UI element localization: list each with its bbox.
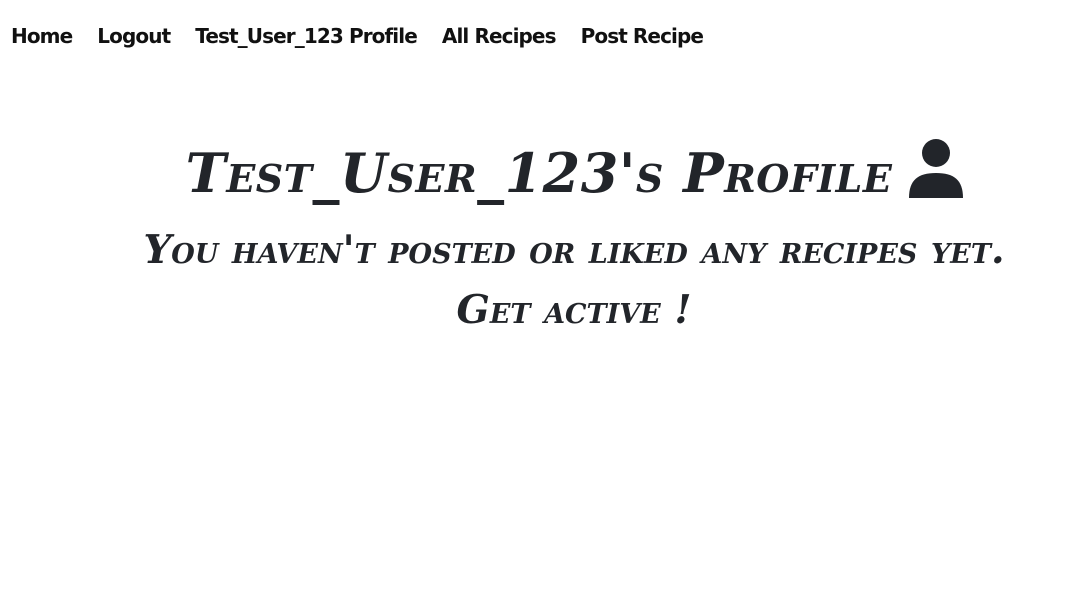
nav-logout-link[interactable]: Logout [97,22,171,50]
empty-state-line-1: You haven't posted or liked any recipes … [143,227,1005,273]
top-nav: Home Logout Test_User_123 Profile All Re… [11,22,704,50]
user-icon [908,138,964,198]
empty-state-line-2: Get active ! [456,287,692,333]
profile-title-text: Test_User_123's Profile [185,141,893,205]
nav-post-recipe-link[interactable]: Post Recipe [581,22,704,50]
empty-state-message: You haven't posted or liked any recipes … [0,220,1090,340]
page-title: Test_User_123's Profile [0,138,1090,208]
nav-all-recipes-link[interactable]: All Recipes [442,22,557,50]
nav-profile-link[interactable]: Test_User_123 Profile [195,22,418,50]
nav-home-link[interactable]: Home [11,22,73,50]
